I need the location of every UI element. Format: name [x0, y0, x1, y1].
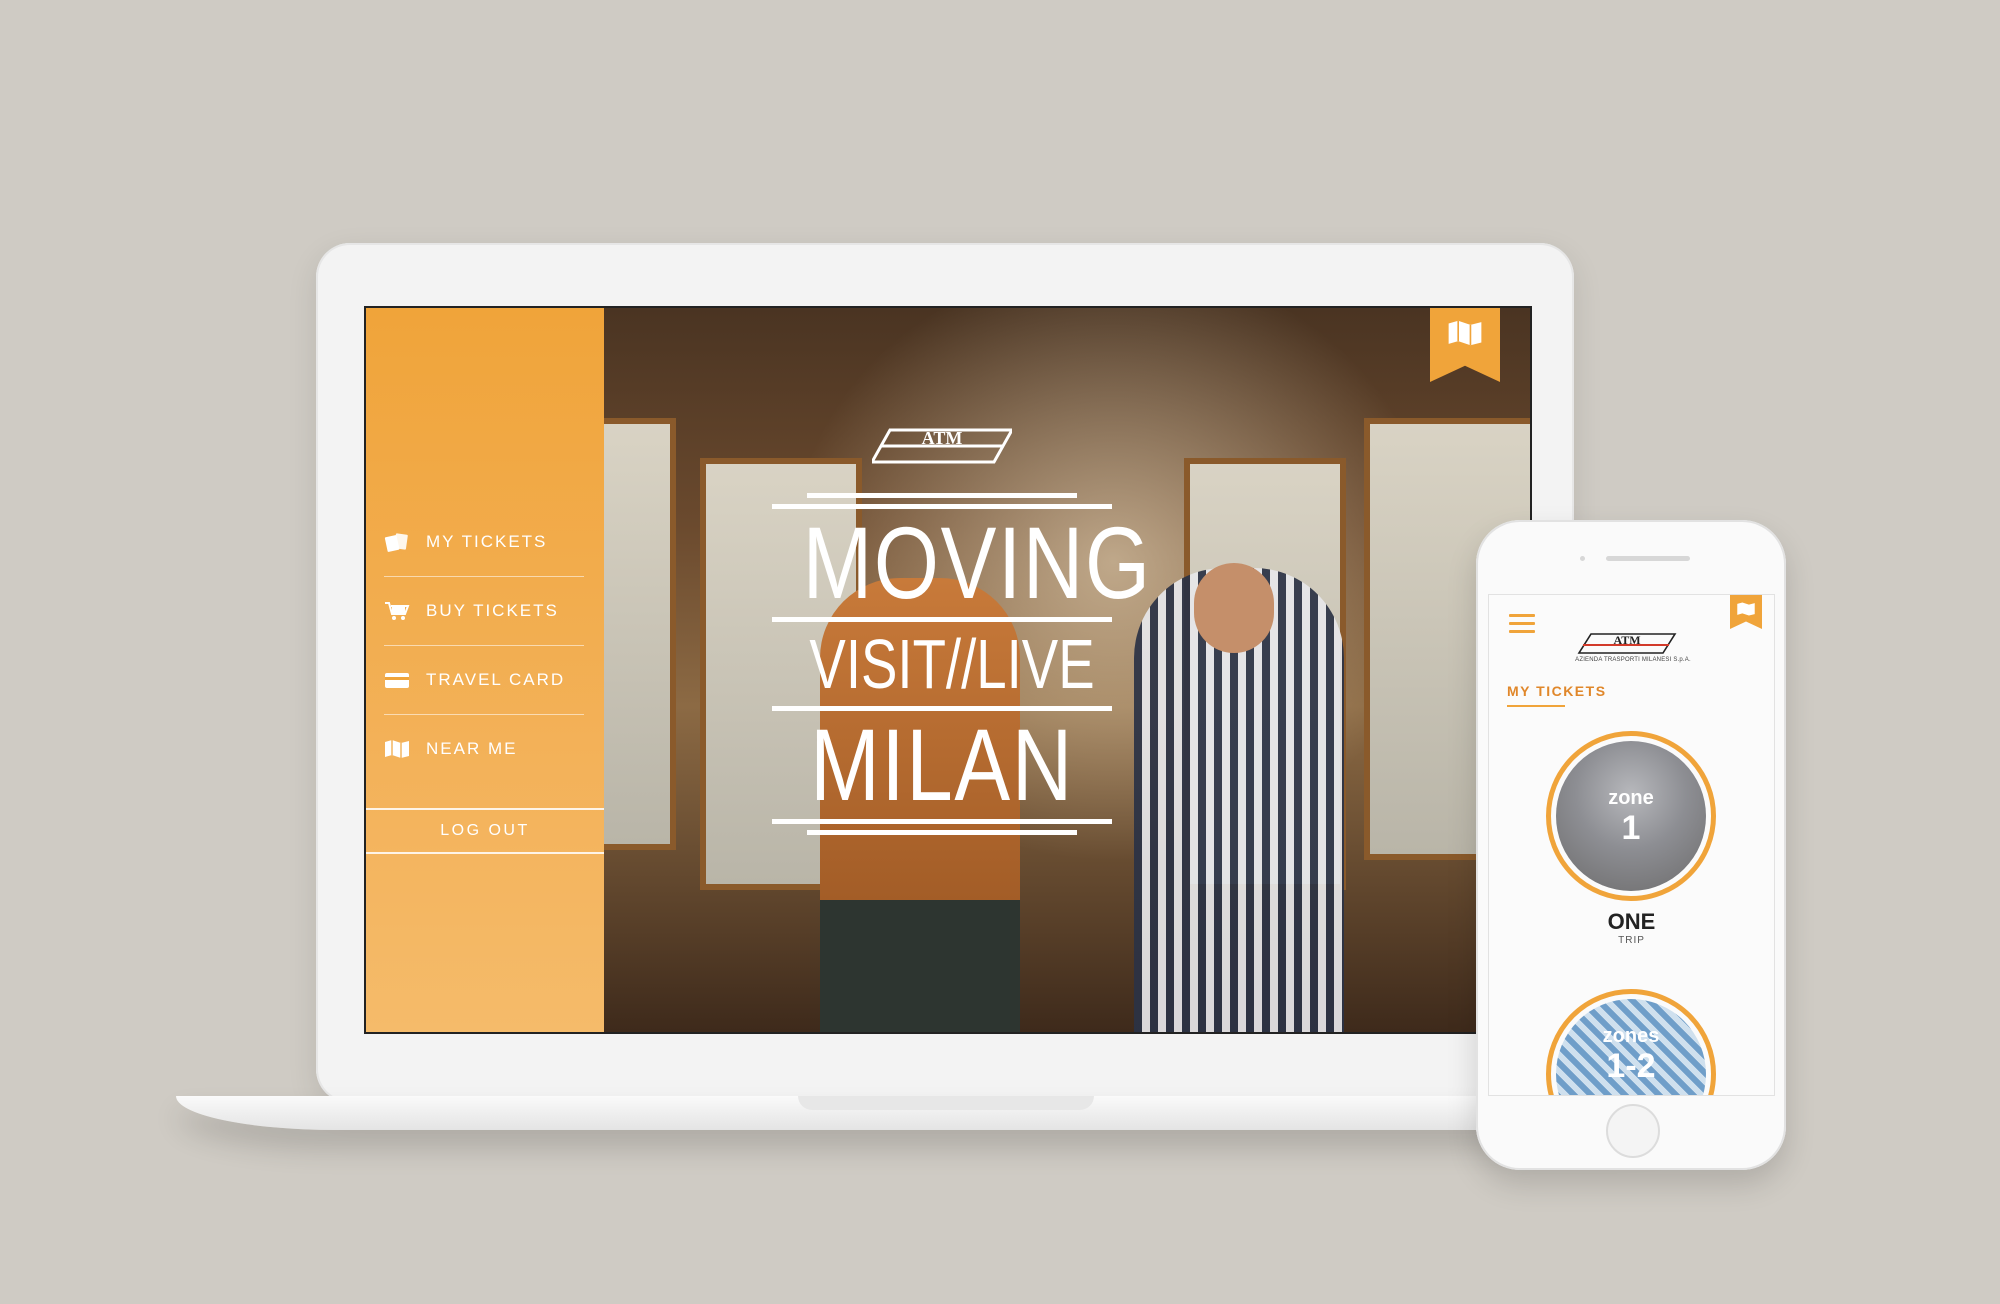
laptop-notch: [798, 1096, 1094, 1110]
phone-home-button[interactable]: [1606, 1104, 1660, 1158]
laptop-screen: MY TICKETS BUY TICKETS TRAVEL CARD NEAR …: [364, 306, 1532, 1034]
title-rule: [807, 493, 1077, 498]
phone-speaker: [1606, 556, 1690, 561]
sidebar-item-label: NEAR ME: [426, 739, 518, 758]
sidebar-item-travel-card[interactable]: TRAVEL CARD: [384, 646, 584, 715]
sidebar-item-buy-tickets[interactable]: BUY TICKETS: [384, 577, 584, 646]
atm-logo-subtitle: AZIENDA TRASPORTI MILANESI S.p.A.: [1575, 657, 1691, 663]
zone-number: 1-2: [1606, 1046, 1656, 1085]
passenger-head: [1194, 563, 1274, 653]
hero-line-milan: MILAN: [810, 708, 1074, 822]
sidebar-nav: MY TICKETS BUY TICKETS TRAVEL CARD NEAR …: [384, 508, 584, 783]
zone-photo: zones 1-2: [1556, 999, 1706, 1095]
map-icon: [384, 739, 410, 759]
sidebar-item-my-tickets[interactable]: MY TICKETS: [384, 508, 584, 577]
cart-icon: [384, 601, 410, 621]
sidebar-item-near-me[interactable]: NEAR ME: [384, 715, 584, 783]
zone-label: zones: [1602, 1024, 1660, 1047]
map-bookmark[interactable]: [1730, 595, 1762, 629]
tram-window: [604, 418, 676, 850]
logout-button[interactable]: LOG OUT: [366, 808, 604, 854]
ticket-subtitle: TRIP: [1618, 935, 1645, 946]
title-rule: [807, 830, 1077, 835]
tickets-icon: [384, 532, 410, 552]
card-icon: [384, 670, 410, 690]
duomo-photo: zone 1: [1556, 741, 1706, 891]
phone-screen: ATM AZIENDA TRASPORTI MILANESI S.p.A. MY…: [1488, 594, 1775, 1096]
svg-text:ATM: ATM: [1613, 633, 1640, 647]
hero-line-moving: MOVING: [802, 506, 1152, 620]
sidebar-item-label: BUY TICKETS: [426, 601, 559, 620]
map-icon: [1448, 320, 1482, 346]
section-underline: [1507, 705, 1565, 707]
section-title: MY TICKETS: [1507, 683, 1607, 699]
phone-camera: [1580, 556, 1585, 561]
zone-label: zone: [1608, 786, 1654, 809]
atm-logo: ATM: [869, 428, 1015, 464]
svg-text:ATM: ATM: [922, 428, 963, 448]
hero-title-block: ATM MOVING VISIT//LIVE MILAN: [772, 426, 1152, 841]
hero-photo: ATM MOVING VISIT//LIVE MILAN: [604, 308, 1530, 1032]
sidebar-item-label: TRAVEL CARD: [426, 670, 566, 689]
hamburger-menu-icon[interactable]: [1509, 609, 1535, 635]
map-icon: [1737, 602, 1755, 616]
ticket-zone-1[interactable]: zone 1: [1546, 731, 1716, 901]
hero-line-visit-live: VISIT//LIVE: [809, 625, 1095, 703]
sidebar-item-label: MY TICKETS: [426, 532, 548, 551]
ticket-name: ONE: [1607, 909, 1656, 934]
ticket-zones-1-2[interactable]: zones 1-2: [1546, 989, 1716, 1095]
zone-number: 1: [1621, 808, 1641, 847]
sidebar: MY TICKETS BUY TICKETS TRAVEL CARD NEAR …: [366, 308, 604, 1032]
map-bookmark[interactable]: [1430, 308, 1500, 382]
